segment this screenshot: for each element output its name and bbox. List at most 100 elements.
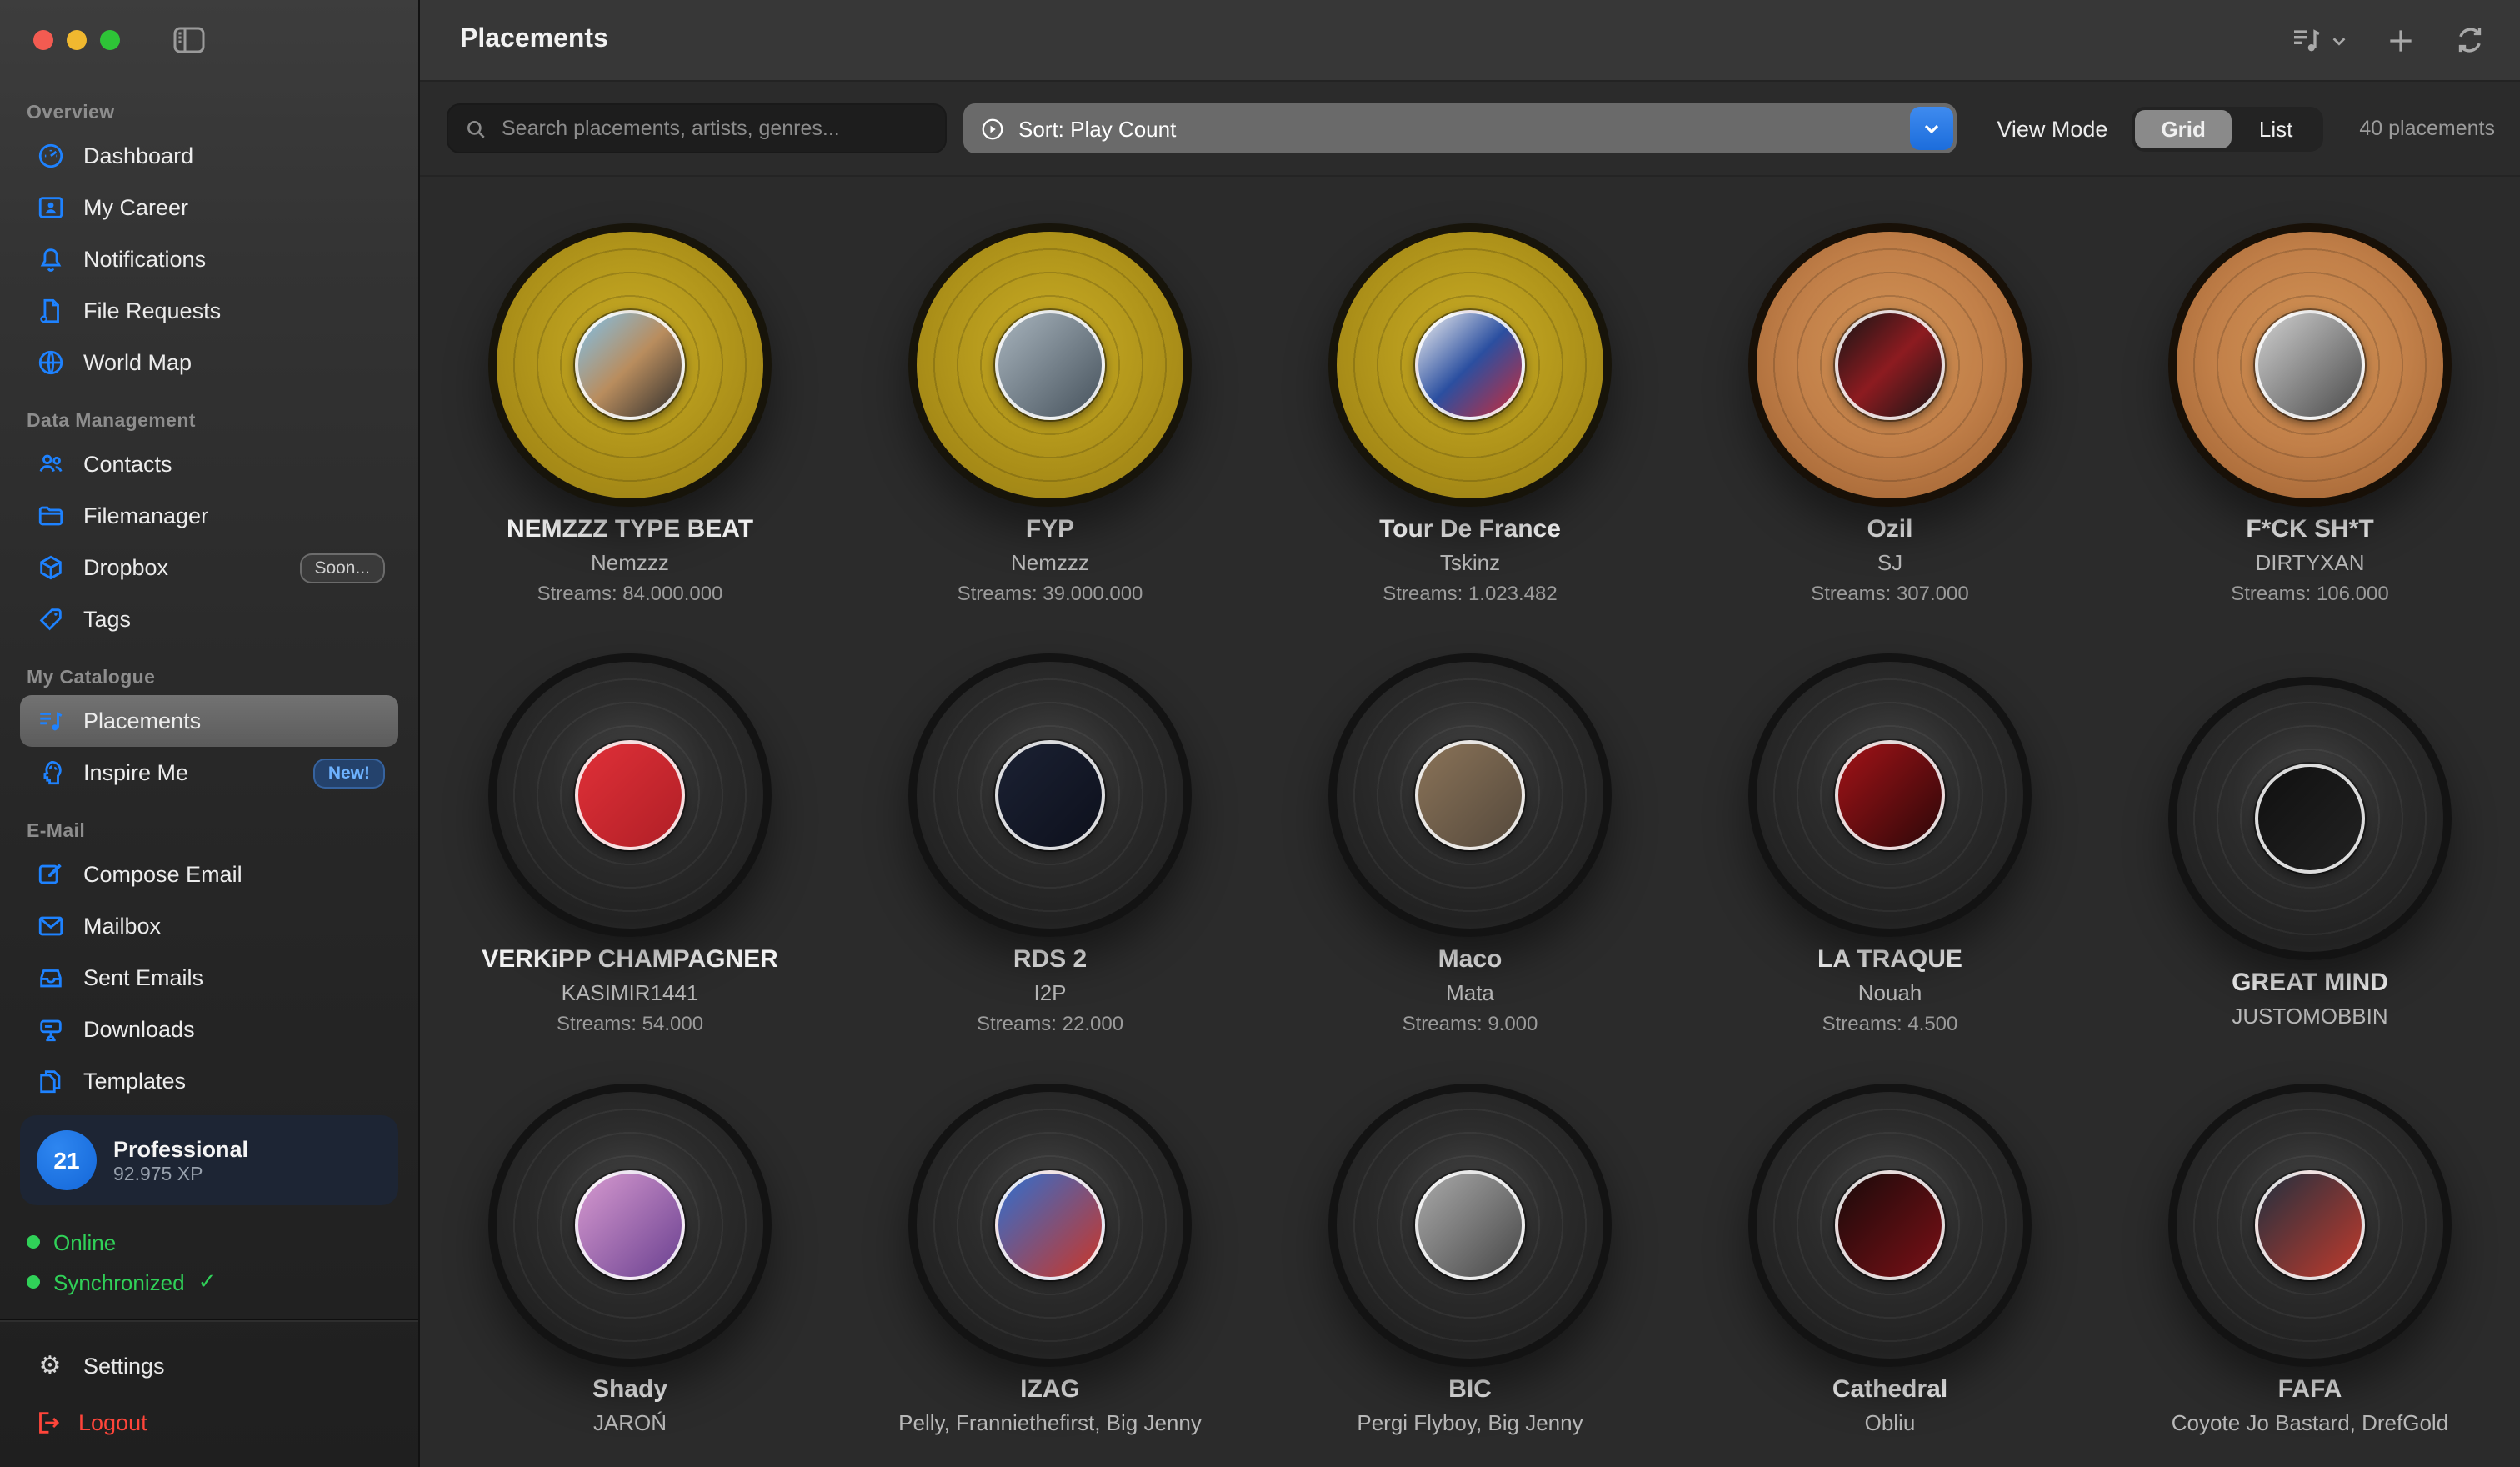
- level-xp: 92.975 XP: [113, 1164, 248, 1184]
- sidebar-item-templates[interactable]: Templates: [20, 1055, 398, 1107]
- placement-card[interactable]: FAFACoyote Jo Bastard, DrefGold: [2100, 1084, 2520, 1467]
- placement-card[interactable]: RDS 2I2PStreams: 22.000: [840, 653, 1260, 1084]
- soon-badge: Soon...: [299, 553, 385, 583]
- sidebar-item-file-requests[interactable]: File Requests: [20, 285, 398, 337]
- vinyl-record: [488, 653, 772, 937]
- sidebar-item-world-map[interactable]: World Map: [20, 337, 398, 388]
- album-art: [995, 310, 1105, 420]
- level-card[interactable]: 21 Professional 92.975 XP: [20, 1115, 398, 1205]
- sidebar-item-dropbox[interactable]: Dropbox Soon...: [20, 542, 398, 593]
- placement-card[interactable]: LA TRAQUENouahStreams: 4.500: [1680, 653, 2100, 1084]
- placement-card[interactable]: MacoMataStreams: 9.000: [1260, 653, 1680, 1084]
- view-mode-segmented-control: Grid List: [2131, 106, 2322, 151]
- sort-dropdown[interactable]: Sort: Play Count: [963, 103, 1957, 153]
- sort-chevron-button[interactable]: [1910, 107, 1953, 150]
- search-input[interactable]: [498, 115, 928, 142]
- sort-menu-button[interactable]: [2290, 23, 2348, 57]
- envelope-icon: [33, 912, 67, 940]
- page-title: Placements: [460, 25, 608, 55]
- music-list-icon: [33, 707, 67, 735]
- box-icon: [33, 553, 67, 582]
- vinyl-record: [1328, 653, 1612, 937]
- tag-icon: [33, 605, 67, 633]
- online-dot-icon: [27, 1235, 40, 1249]
- refresh-button[interactable]: [2453, 23, 2487, 57]
- search-box[interactable]: [447, 103, 947, 153]
- documents-icon: [33, 1067, 67, 1095]
- vinyl-record: [1748, 1084, 2032, 1367]
- sidebar-item-downloads[interactable]: Downloads: [20, 1004, 398, 1055]
- album-art: [575, 740, 685, 850]
- placement-card[interactable]: NEMZZZ TYPE BEATNemzzzStreams: 84.000.00…: [420, 223, 840, 653]
- vinyl-record: [488, 223, 772, 507]
- placement-card[interactable]: F*CK SH*TDIRTYXANStreams: 106.000: [2100, 223, 2520, 653]
- brain-head-icon: [33, 759, 67, 787]
- placement-card[interactable]: GREAT MINDJUSTOMOBBIN: [2100, 653, 2520, 1084]
- person-badge-icon: [33, 193, 67, 222]
- vinyl-record: [1328, 223, 1612, 507]
- minimize-window-button[interactable]: [67, 30, 87, 50]
- bell-icon: [33, 245, 67, 273]
- album-art: [995, 740, 1105, 850]
- vinyl-record: [2168, 677, 2452, 960]
- dashboard-icon: [33, 142, 67, 170]
- vinyl-record: [1748, 653, 2032, 937]
- album-art: [1835, 1170, 1945, 1280]
- vinyl-record: [908, 653, 1192, 937]
- placement-card[interactable]: ShadyJAROŃ: [420, 1084, 840, 1467]
- close-window-button[interactable]: [33, 30, 53, 50]
- titlebar: Placements: [420, 0, 2520, 82]
- album-art: [575, 1170, 685, 1280]
- placement-count: 40 placements: [2339, 117, 2495, 140]
- section-header-my-catalogue: My Catalogue: [27, 668, 398, 688]
- gear-icon: ⚙: [33, 1350, 67, 1380]
- sidebar-toggle-icon[interactable]: [173, 27, 205, 53]
- vinyl-record: [2168, 223, 2452, 507]
- main-area: Placements Sort: Play Count View Mode: [420, 0, 2520, 1467]
- sidebar-item-dashboard[interactable]: Dashboard: [20, 130, 398, 182]
- view-mode-label: View Mode: [1997, 116, 2108, 141]
- album-art: [1415, 1170, 1525, 1280]
- compose-icon: [33, 860, 67, 889]
- window-controls: [20, 0, 398, 80]
- placement-card[interactable]: BICPergi Flyboy, Big Jenny: [1260, 1084, 1680, 1467]
- online-status: Online: [20, 1222, 398, 1262]
- settings-button[interactable]: ⚙ Settings: [20, 1337, 398, 1394]
- album-art: [1835, 310, 1945, 420]
- people-icon: [33, 450, 67, 478]
- sidebar-item-sent-emails[interactable]: Sent Emails: [20, 952, 398, 1004]
- folder-icon: [33, 502, 67, 530]
- section-header-overview: Overview: [27, 103, 398, 123]
- sidebar-item-compose-email[interactable]: Compose Email: [20, 849, 398, 900]
- placement-card[interactable]: CathedralObliu: [1680, 1084, 2100, 1467]
- album-art: [575, 310, 685, 420]
- placement-card[interactable]: OzilSJStreams: 307.000: [1680, 223, 2100, 653]
- grid-view-button[interactable]: Grid: [2134, 109, 2232, 148]
- album-art: [1415, 740, 1525, 850]
- check-icon: ✓: [198, 1269, 217, 1295]
- vinyl-record: [2168, 1084, 2452, 1367]
- logout-button[interactable]: Logout: [20, 1394, 398, 1450]
- vinyl-record: [1328, 1084, 1612, 1367]
- placement-card[interactable]: Tour De FranceTskinzStreams: 1.023.482: [1260, 223, 1680, 653]
- list-view-button[interactable]: List: [2232, 109, 2319, 148]
- placement-card[interactable]: IZAGPelly, Franniethefirst, Big Jenny: [840, 1084, 1260, 1467]
- sidebar-item-filemanager[interactable]: Filemanager: [20, 490, 398, 542]
- sidebar-item-mailbox[interactable]: Mailbox: [20, 900, 398, 952]
- sidebar-item-inspire-me[interactable]: Inspire Me New!: [20, 747, 398, 799]
- level-badge: 21: [37, 1130, 97, 1190]
- music-list-icon: [2290, 23, 2323, 57]
- sidebar-item-tags[interactable]: Tags: [20, 593, 398, 645]
- chevron-down-icon: [2330, 31, 2348, 49]
- sidebar-item-placements[interactable]: Placements: [20, 695, 398, 747]
- placement-card[interactable]: VERKiPP CHAMPAGNERKASIMIR1441Streams: 54…: [420, 653, 840, 1084]
- placement-card[interactable]: FYPNemzzzStreams: 39.000.000: [840, 223, 1260, 653]
- app-window: Overview Dashboard My Career Notificatio…: [0, 0, 2520, 1467]
- zoom-window-button[interactable]: [100, 30, 120, 50]
- tray-icon: [33, 964, 67, 992]
- level-title: Professional: [113, 1136, 248, 1161]
- sidebar-item-contacts[interactable]: Contacts: [20, 438, 398, 490]
- add-placement-button[interactable]: [2385, 24, 2417, 56]
- sidebar-item-notifications[interactable]: Notifications: [20, 233, 398, 285]
- sidebar-item-my-career[interactable]: My Career: [20, 182, 398, 233]
